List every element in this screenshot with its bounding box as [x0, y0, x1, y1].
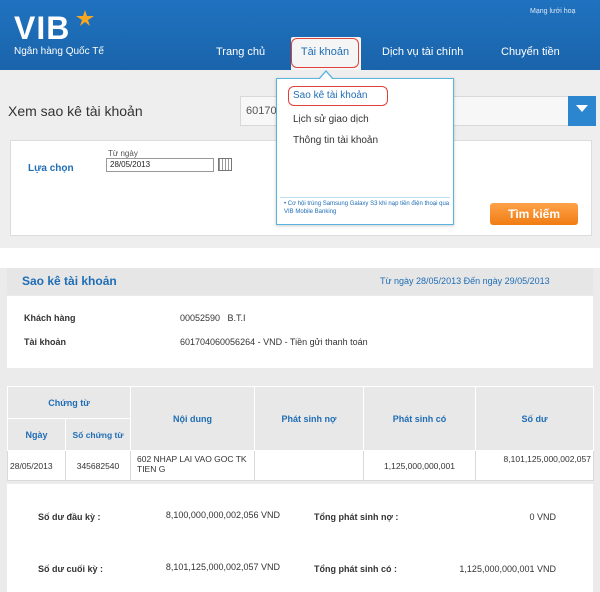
cell-date: 28/05/2013: [7, 450, 66, 481]
menu-item-account-info[interactable]: Thông tin tài khoản: [293, 135, 378, 146]
dropdown-pointer-inner: [319, 72, 333, 80]
promo-link[interactable]: • Cơ hội trúng Samsung Galaxy S3 khi nạp…: [284, 200, 450, 216]
opening-balance-value: 8,100,000,000,002,056 VND: [165, 510, 280, 520]
total-debit-label: Tổng phát sinh nợ :: [314, 512, 399, 522]
account-select-value: 60170: [246, 105, 277, 117]
summary-box: [7, 484, 593, 592]
nav-financial-services[interactable]: Dịch vụ tài chính: [382, 46, 463, 58]
opening-balance-label: Số dư đầu kỳ :: [38, 512, 101, 522]
customer-value: 00052590 B.T.I: [180, 313, 246, 323]
total-credit-label: Tổng phát sinh có :: [314, 564, 397, 574]
col-header-debit: Phát sinh nợ: [254, 386, 364, 451]
cell-balance: 8,101,125,000,002,057: [475, 450, 594, 481]
search-button[interactable]: Tìm kiếm: [490, 203, 578, 225]
col-header-balance: Số dư: [475, 386, 594, 451]
transactions-table: Chứng từ Nội dung Phát sinh nợ Phát sinh…: [7, 386, 594, 481]
nav-transfer[interactable]: Chuyển tiền: [501, 46, 560, 58]
table-row: 28/05/2013 345682540 602 NHAP LAI VAO GO…: [7, 450, 594, 481]
cell-credit: 1,125,000,000,001: [363, 450, 476, 481]
filter-label: Lựa chọn: [28, 163, 74, 174]
col-header-credit: Phát sinh có: [363, 386, 476, 451]
statement-title: Sao kê tài khoản: [22, 274, 117, 288]
closing-balance-value: 8,101,125,000,002,057 VND: [165, 562, 280, 572]
network-link[interactable]: Mạng lưới hoạ: [530, 8, 575, 15]
account-info-box: [7, 296, 593, 368]
account-label: Tài khoản: [24, 337, 67, 347]
page-title: Xem sao kê tài khoản: [8, 103, 143, 119]
menu-item-transaction-history[interactable]: Lịch sử giao dịch: [293, 114, 369, 125]
from-date-label: Từ ngày: [108, 149, 138, 158]
total-debit-value: 0 VND: [529, 512, 556, 522]
cell-debit: [254, 450, 364, 481]
vib-logo[interactable]: VIB: [14, 10, 70, 47]
nav-account[interactable]: Tài khoản: [291, 38, 359, 68]
statement-date-range: Từ ngày 28/05/2013 Đến ngày 29/05/2013: [380, 276, 550, 286]
account-value: 601704060056264 - VND - Tiền gửi thanh t…: [180, 337, 368, 347]
cell-content: 602 NHAP LAI VAO GOC TK TIEN G: [130, 450, 255, 481]
account-select-toggle[interactable]: [568, 96, 596, 126]
col-header-content: Nội dung: [130, 386, 255, 451]
menu-item-account-statement[interactable]: Sao kê tài khoản: [288, 86, 388, 106]
dropdown-divider: [280, 197, 450, 198]
cell-voucher-no: 345682540: [65, 450, 131, 481]
bank-name: Ngân hàng Quốc Tế: [14, 46, 104, 57]
from-date-input[interactable]: 28/05/2013: [106, 158, 214, 172]
logo-star-icon: [76, 10, 94, 26]
total-credit-value: 1,125,000,000,001 VND: [459, 564, 556, 574]
nav-home[interactable]: Trang chủ: [216, 46, 265, 58]
customer-label: Khách hàng: [24, 313, 76, 323]
col-header-voucher: Chứng từ: [7, 386, 131, 419]
calendar-icon[interactable]: [218, 158, 232, 171]
closing-balance-label: Số dư cuối kỳ :: [38, 564, 104, 574]
chevron-down-icon: [576, 105, 588, 112]
col-header-date: Ngày: [7, 418, 66, 451]
col-header-voucher-no: Số chứng từ: [65, 418, 131, 451]
